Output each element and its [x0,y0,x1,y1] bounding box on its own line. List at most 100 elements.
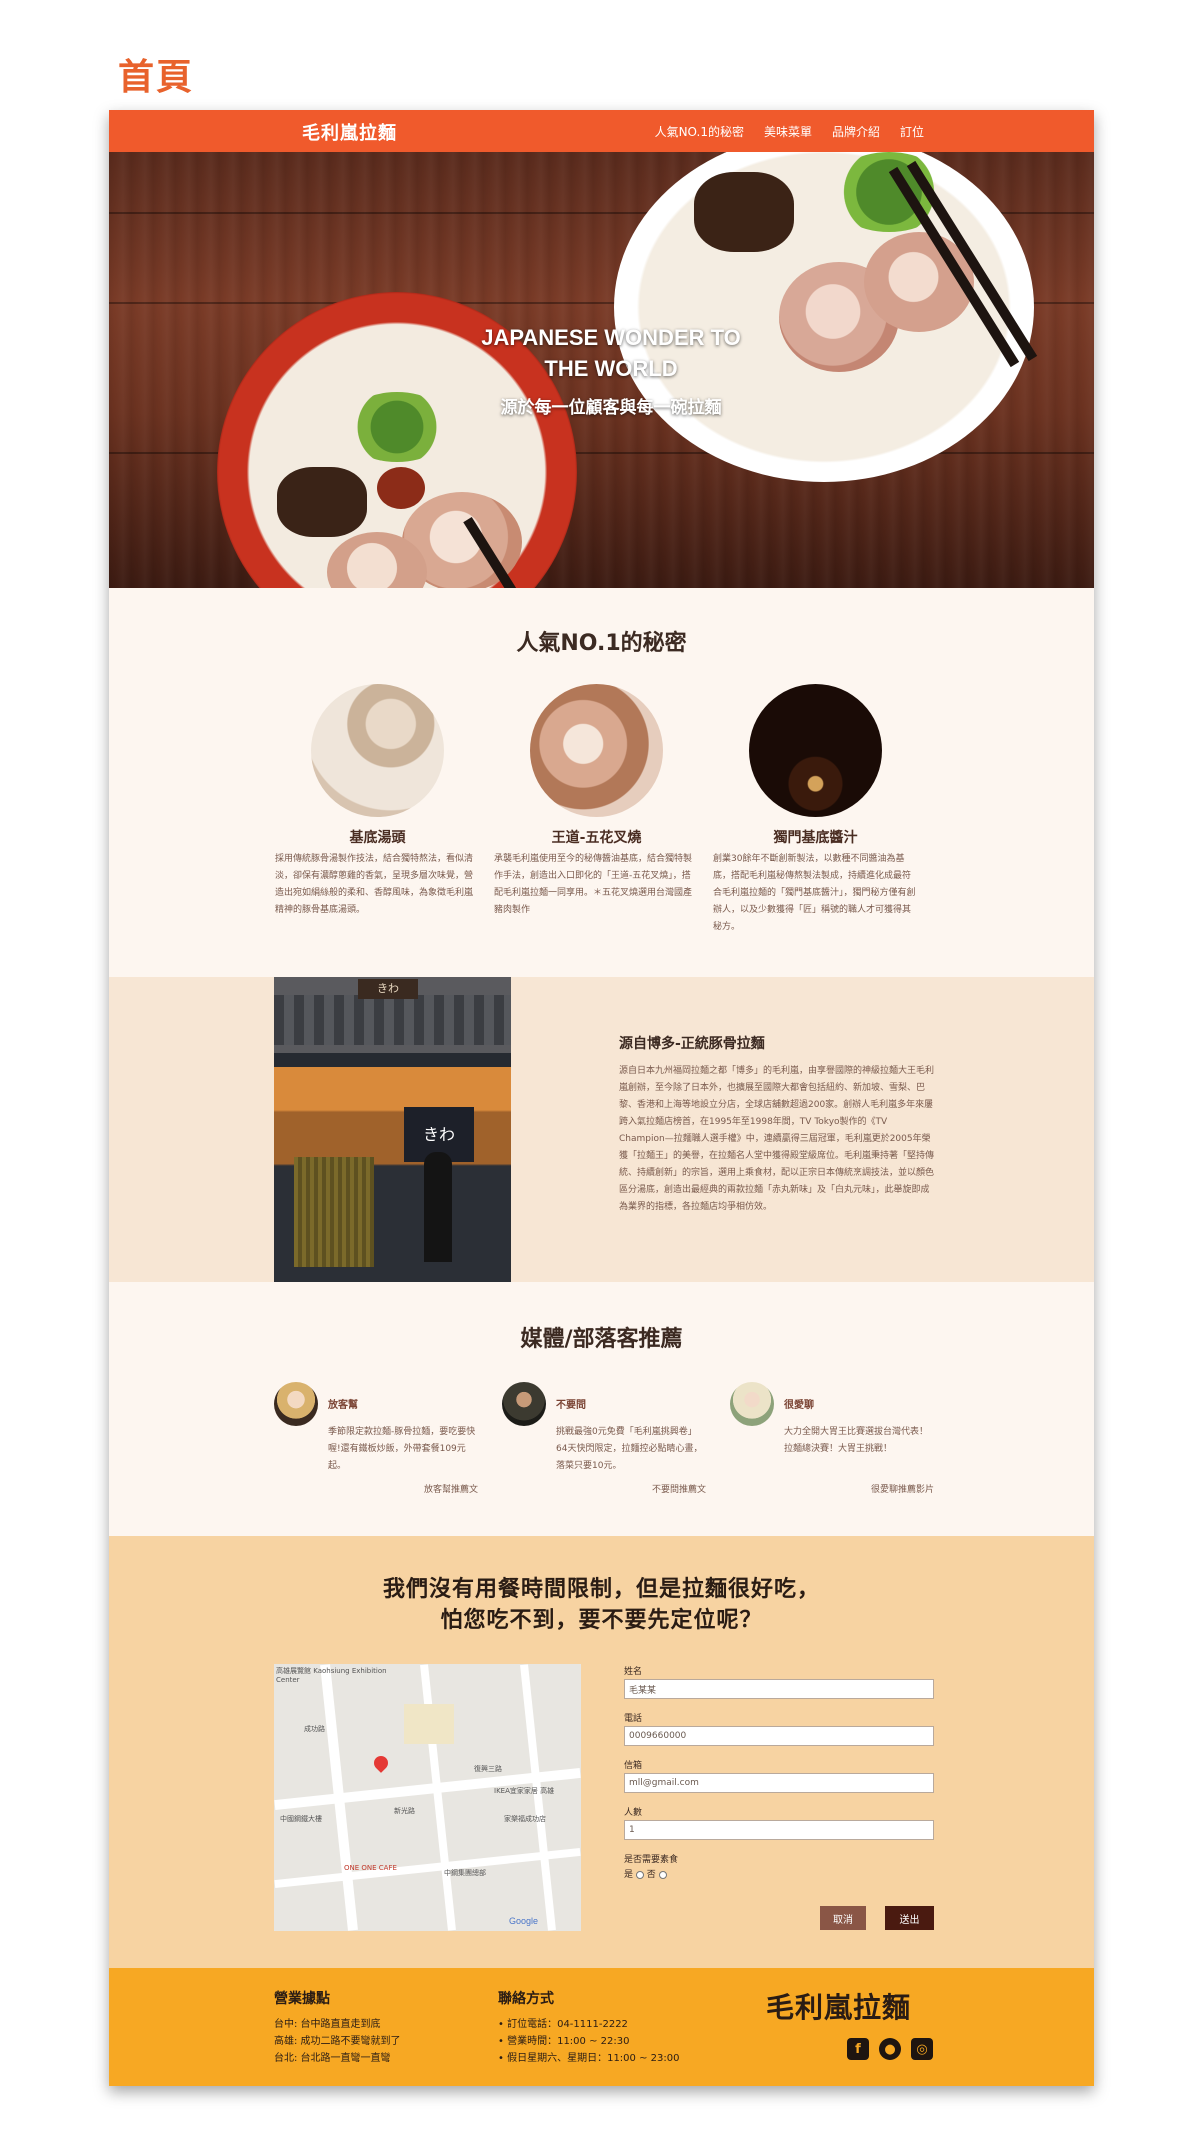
ramen-shop-photo: きわ きわ [274,977,511,1282]
contact-item: • 營業時間：11:00 ~ 22:30 [498,2036,630,2047]
reviewer-avatar [502,1382,546,1426]
page-label: 首頁 [118,57,195,98]
instagram-icon[interactable]: ◎ [911,2038,933,2060]
map-label: 新光路 [394,1807,415,1815]
chashu-photo [530,684,663,817]
reservation-section: 我們沒有用餐時間限制，但是拉麵很好吃， 怕您吃不到，要不要先定位呢？ 高雄展覽館… [109,1536,1094,1968]
name-input[interactable] [624,1679,934,1699]
bamboo-fence [294,1157,374,1267]
shop-person [424,1152,452,1262]
email-input[interactable] [624,1773,934,1793]
google-logo: Google [509,1916,539,1926]
review-text: 季節限定款拉麵-豚骨拉麵，要吃要快喔!還有鐵板炒飯，外帶套餐109元起。 [328,1427,476,1471]
review-link[interactable]: 很愛聊推薦影片 [871,1482,934,1495]
vegetarian-yes-label: 是 [624,1870,634,1880]
submit-button[interactable]: 送出 [885,1906,934,1930]
nav-item-reservation[interactable]: 訂位 [900,123,924,140]
location-item: 台中: 台中路直直走到底 [274,2019,381,2030]
cancel-button[interactable]: 取消 [820,1906,866,1930]
secret-section-title: 人氣NO.1的秘密 [516,631,687,656]
media-section-title: 媒體/部落客推薦 [520,1327,683,1352]
map-road [274,1847,581,1889]
location-item: 高雄: 成功二路不要彎就到了 [274,2036,401,2047]
vegetarian-radio-group: 是 否 [624,1867,934,1880]
nav-item-brand[interactable]: 品牌介紹 [832,123,880,140]
map-label: 中國鋼鐵大樓 [280,1815,322,1823]
feature-description: 採用傳統豚骨湯製作技法，結合獨特熬法，看似清淡，卻保有濃醇蔥雞的香氣，呈現多層次… [275,854,474,915]
map-pin-icon[interactable] [371,1753,391,1773]
hero-subtitle: 源於每一位顧客與每一碗拉麵 [500,398,722,418]
map-label: 復興三路 [474,1765,502,1773]
map-road [520,1664,556,1931]
hero-white-ramen-bowl [614,152,1034,482]
review-link[interactable]: 不要問推薦文 [652,1482,706,1495]
map-label: 成功路 [304,1725,325,1733]
contact-item: • 訂位電話：04-1111-2222 [498,2019,628,2030]
wood-ear-mushroom [694,172,794,252]
reviewer-name: 放客幫 [328,1400,358,1411]
map-label: 高雄展覽館 Kaohsiung Exhibition Center [276,1667,387,1684]
reviewer-name: 不要問 [556,1400,586,1411]
social-icons: f ● ◎ [847,2038,933,2060]
phone-input[interactable] [624,1726,934,1746]
story-text: 源自日本九州福岡拉麵之都「博多」的毛利嵐，由享譽國際的神級拉麵大王毛利嵐創辦，至… [619,1066,935,1212]
feature-name: 獨門基底醬汁 [773,830,858,846]
reservation-form: 姓名 電話 信箱 人數 是否需要素食 是 否 取消 送出 [624,1664,934,1930]
hero-banner: JAPANESE WONDER TO THE WORLD 源於每一位顧客與每一碗… [109,152,1094,588]
website-frame: 毛利嵐拉麵 人氣NO.1的秘密 美味菜單 品牌介紹 訂位 JAPANESE WO… [109,110,1094,2086]
soup-base-photo [311,684,444,817]
review-link[interactable]: 放客幫推薦文 [424,1482,478,1495]
vegetarian-no-radio[interactable] [658,1870,667,1879]
sauce-photo [749,684,882,817]
shop-sign: きわ [358,979,418,999]
braised-egg [377,467,425,509]
feature-name: 基底湯頭 [349,830,406,846]
name-label: 姓名 [624,1667,643,1677]
reviewer-avatar [274,1382,318,1426]
vegetarian-label: 是否需要素食 [624,1855,679,1865]
wood-ear-mushroom [277,467,367,537]
people-input[interactable] [624,1820,934,1840]
footer-brand: 毛利嵐拉麵 [766,1991,912,2024]
site-footer: 營業據點 台中: 台中路直直走到底 高雄: 成功二路不要彎就到了 台北: 台北路… [109,1968,1094,2086]
email-label: 信箱 [624,1761,643,1771]
reviewer-name: 很愛聊 [784,1400,814,1411]
nav-item-menu[interactable]: 美味菜單 [764,123,812,140]
footer-contact-list: • 訂位電話：04-1111-2222 • 營業時間：11:00 ~ 22:30… [498,2016,679,2067]
contact-item: • 假日星期六、星期日：11:00 ~ 23:00 [498,2053,680,2064]
location-item: 台北: 台北路一直彎一直彎 [274,2053,391,2064]
review-text: 大力全開大胃王比賽選拔台灣代表！拉麵總決賽！大胃王挑戰！ [784,1427,929,1454]
footer-locations-title: 營業據點 [274,1991,330,2007]
feature-description: 創業30餘年不斷創新製法，以數種不同醬油為基底，搭配毛利嵐秘傳熬製法製成，持續進… [713,854,916,932]
map-label: 中鋼集團總部 [444,1869,486,1877]
vegetarian-yes-radio[interactable] [635,1870,644,1879]
map-park-area [404,1704,454,1744]
hero-title-line1: JAPANESE WONDER TO [481,325,741,350]
brand-story-section: きわ きわ 源自博多-正統豚骨拉麵 源自日本九州福岡拉麵之都「博多」的毛利嵐，由… [109,977,1094,1282]
map-label: IKEA宜家家居 高雄 [494,1787,555,1795]
nav-menu: 人氣NO.1的秘密 美味菜單 品牌介紹 訂位 [655,123,924,140]
line-icon[interactable]: ● [879,2038,901,2060]
footer-contact-title: 聯絡方式 [498,1991,554,2007]
reviewer-avatar [730,1382,774,1426]
reservation-title-line1: 我們沒有用餐時間限制，但是拉麵很好吃， [382,1577,820,1602]
nav-item-secret[interactable]: 人氣NO.1的秘密 [655,123,744,140]
people-label: 人數 [624,1808,643,1818]
footer-locations-list: 台中: 台中路直直走到底 高雄: 成功二路不要彎就到了 台北: 台北路一直彎一直… [274,2016,401,2067]
map-label: ONE ONE CAFE [344,1864,397,1872]
facebook-icon[interactable]: f [847,2038,869,2060]
vegetarian-no-label: 否 [646,1870,656,1880]
nav-brand-logo[interactable]: 毛利嵐拉麵 [302,119,397,145]
phone-label: 電話 [624,1714,643,1724]
feature-name: 王道-五花叉燒 [551,830,642,846]
hero-title: JAPANESE WONDER TO THE WORLD [421,322,801,384]
reservation-title-line2: 怕您吃不到，要不要先定位呢？ [440,1608,763,1633]
hero-title-line2: THE WORLD [544,356,678,381]
location-map[interactable]: 高雄展覽館 Kaohsiung Exhibition Center 成功路 復興… [274,1664,581,1931]
review-text: 挑戰最強0元免費「毛利嵐挑興卷」64天快閃限定，拉麵控必點睛心畫，落菜只要10元… [556,1427,703,1471]
feature-description: 承襲毛利嵐使用至今的秘傳醬油基底，結合獨特製作手法，創造出入口即化的「王道-五花… [494,854,693,915]
map-label: 家樂福成功店 [504,1815,546,1823]
reservation-title: 我們沒有用餐時間限制，但是拉麵很好吃， 怕您吃不到，要不要先定位呢？ [109,1574,1094,1636]
top-navbar: 毛利嵐拉麵 人氣NO.1的秘密 美味菜單 品牌介紹 訂位 [109,110,1094,152]
story-title: 源自博多-正統豚骨拉麵 [619,1036,765,1052]
